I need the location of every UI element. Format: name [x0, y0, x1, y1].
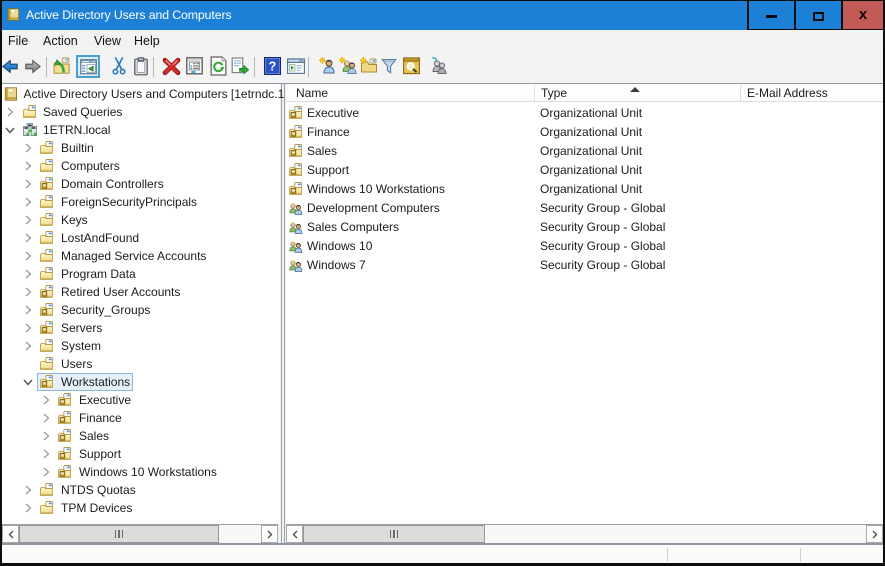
svg-text:?: ?	[269, 60, 277, 74]
